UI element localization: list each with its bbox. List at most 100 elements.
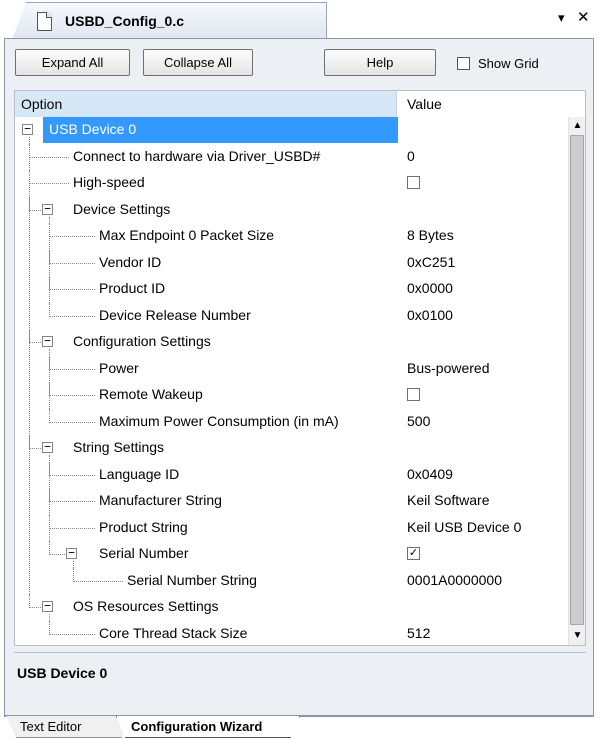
scroll-up-arrow-icon[interactable]: ▲ <box>569 117 586 134</box>
description-pane: USB Device 0 <box>14 652 586 710</box>
tab-menu-dropdown-icon[interactable]: ▾ <box>558 10 565 26</box>
collapse-toggle-icon[interactable]: − <box>42 441 53 453</box>
option-value[interactable]: Keil Software <box>407 492 489 508</box>
tree-branch-line <box>49 614 50 635</box>
collapse-toggle-icon[interactable]: − <box>42 203 53 215</box>
tree-node-option[interactable]: Core Thread Stack Size 512 <box>15 620 568 646</box>
collapse-toggle-icon[interactable]: − <box>42 600 53 612</box>
option-name: Core Thread Stack Size <box>99 624 248 641</box>
tree-node-option[interactable]: Connect to hardware via Driver_USBD# 0 <box>15 143 568 171</box>
scroll-thumb[interactable] <box>570 135 584 625</box>
tree-branch-line <box>49 455 50 555</box>
tree-node-option[interactable]: Language ID 0x0409 <box>15 461 568 489</box>
tree-connector <box>49 289 95 290</box>
option-name: High-speed <box>73 174 145 190</box>
tree-connector <box>73 580 123 582</box>
option-name: Connect to hardware via Driver_USBD# <box>73 147 321 164</box>
tree-connector <box>49 527 95 529</box>
tree-node-option[interactable]: Manufacturer String Keil Software <box>15 488 568 515</box>
tree-connector <box>29 607 43 608</box>
tree-node-option[interactable]: Max Endpoint 0 Packet Size 8 Bytes <box>15 223 568 250</box>
tree-node-option[interactable]: Device Release Number 0x0100 <box>15 302 568 330</box>
tree-node-option[interactable]: Product ID 0x0000 <box>15 276 568 303</box>
grid-header: Option Value <box>15 91 585 117</box>
tree-node-option[interactable]: Maximum Power Consumption (in mA) 500 <box>15 408 568 436</box>
option-value[interactable]: 0 <box>407 148 415 164</box>
toolbar: Expand All Collapse All Help Show Grid <box>5 39 593 87</box>
tree-node-option[interactable]: Product String Keil USB Device 0 <box>15 514 568 542</box>
option-value[interactable]: 0x0000 <box>407 280 453 296</box>
tree-node-group[interactable]: − Device Settings <box>15 196 568 224</box>
tree-branch-line <box>73 561 74 582</box>
option-value[interactable]: Keil USB Device 0 <box>407 519 521 535</box>
expand-all-button[interactable]: Expand All <box>15 49 130 76</box>
option-name: Remote Wakeup <box>99 386 203 402</box>
option-name: Maximum Power Consumption (in mA) <box>99 412 339 429</box>
description-title: USB Device 0 <box>17 665 108 681</box>
tree-node-group[interactable]: − Configuration Settings <box>15 329 568 356</box>
tree-node-option[interactable]: Vendor ID 0xC251 <box>15 249 568 277</box>
file-icon <box>37 12 52 31</box>
option-value-grid: Option Value − USB Device 0 Connect to har… <box>14 90 586 646</box>
option-value[interactable]: 512 <box>407 625 430 641</box>
option-name: USB Device 0 <box>49 121 137 137</box>
collapse-toggle-icon[interactable]: − <box>22 123 33 135</box>
option-name: Device Settings <box>73 200 171 217</box>
tab-configuration-wizard[interactable]: Configuration Wizard <box>116 716 300 738</box>
close-icon[interactable]: ✕ <box>577 8 590 26</box>
document-tab-title: USBD_Config_0.c <box>65 13 185 29</box>
tree-branch-line <box>49 216 50 317</box>
tree-node-group[interactable]: − Serial Number ✓ <box>15 541 568 568</box>
option-value[interactable]: 0x0409 <box>407 466 453 482</box>
tree-node-option[interactable]: Power Bus-powered <box>15 355 568 383</box>
tree-node-group[interactable]: − OS Resources Settings <box>15 594 568 621</box>
option-value[interactable]: 0001A0000000 <box>407 572 502 588</box>
option-value[interactable]: 0xC251 <box>407 254 455 270</box>
option-name: Configuration Settings <box>73 333 211 349</box>
option-tree: − USB Device 0 Connect to hardware via Dri… <box>15 117 568 645</box>
tree-branch-line <box>49 349 50 423</box>
column-header-option[interactable]: Option <box>15 91 396 117</box>
collapse-all-button[interactable]: Collapse All <box>143 49 253 76</box>
show-grid-label: Show Grid <box>478 56 539 71</box>
tree-connector <box>49 633 95 635</box>
option-name: Max Endpoint 0 Packet Size <box>99 227 275 243</box>
option-name: OS Resources Settings <box>73 598 219 614</box>
option-name: Language ID <box>99 465 180 482</box>
tree-connector <box>49 236 95 237</box>
option-value[interactable]: 500 <box>407 413 430 429</box>
show-grid-checkbox[interactable]: Show Grid <box>457 56 539 71</box>
tree-connector <box>29 342 43 343</box>
collapse-toggle-icon[interactable]: − <box>42 335 53 347</box>
option-name: Serial Number String <box>127 571 257 588</box>
document-tab[interactable]: USBD_Config_0.c <box>12 2 327 40</box>
show-grid-checkbox-box[interactable] <box>457 57 470 70</box>
vertical-scrollbar[interactable]: ▲ ▼ <box>568 117 585 645</box>
option-value[interactable]: 0x0100 <box>407 307 453 323</box>
tree-node-option[interactable]: High-speed <box>15 170 568 197</box>
checkbox-checked[interactable]: ✓ <box>407 547 420 560</box>
option-value[interactable]: Bus-powered <box>407 360 490 376</box>
checkbox-unchecked[interactable] <box>407 176 420 189</box>
help-button[interactable]: Help <box>324 49 436 76</box>
option-value[interactable]: 8 Bytes <box>407 227 454 243</box>
column-header-value[interactable]: Value <box>396 91 585 117</box>
tree-connector <box>49 315 95 317</box>
scroll-down-arrow-icon[interactable]: ▼ <box>569 627 586 644</box>
checkbox-unchecked[interactable] <box>407 388 420 401</box>
tree-node-root[interactable]: − USB Device 0 <box>15 117 568 144</box>
option-name: Power <box>99 359 139 376</box>
tree-node-option[interactable]: Serial Number String 0001A0000000 <box>15 567 568 595</box>
option-name: Product String <box>99 518 188 535</box>
collapse-toggle-icon[interactable]: − <box>66 547 77 559</box>
tree-connector <box>49 262 95 264</box>
option-name: Manufacturer String <box>99 492 222 508</box>
tree-connector <box>29 183 69 184</box>
tree-connector <box>49 368 95 370</box>
tree-connector <box>29 209 43 211</box>
configuration-wizard-panel: Expand All Collapse All Help Show Grid O… <box>4 38 594 716</box>
tree-node-option[interactable]: Remote Wakeup <box>15 382 568 409</box>
tree-node-group[interactable]: − String Settings <box>15 435 568 462</box>
editor-view-tabs: Text Editor Configuration Wizard <box>0 716 598 740</box>
tab-text-editor[interactable]: Text Editor <box>6 716 132 738</box>
